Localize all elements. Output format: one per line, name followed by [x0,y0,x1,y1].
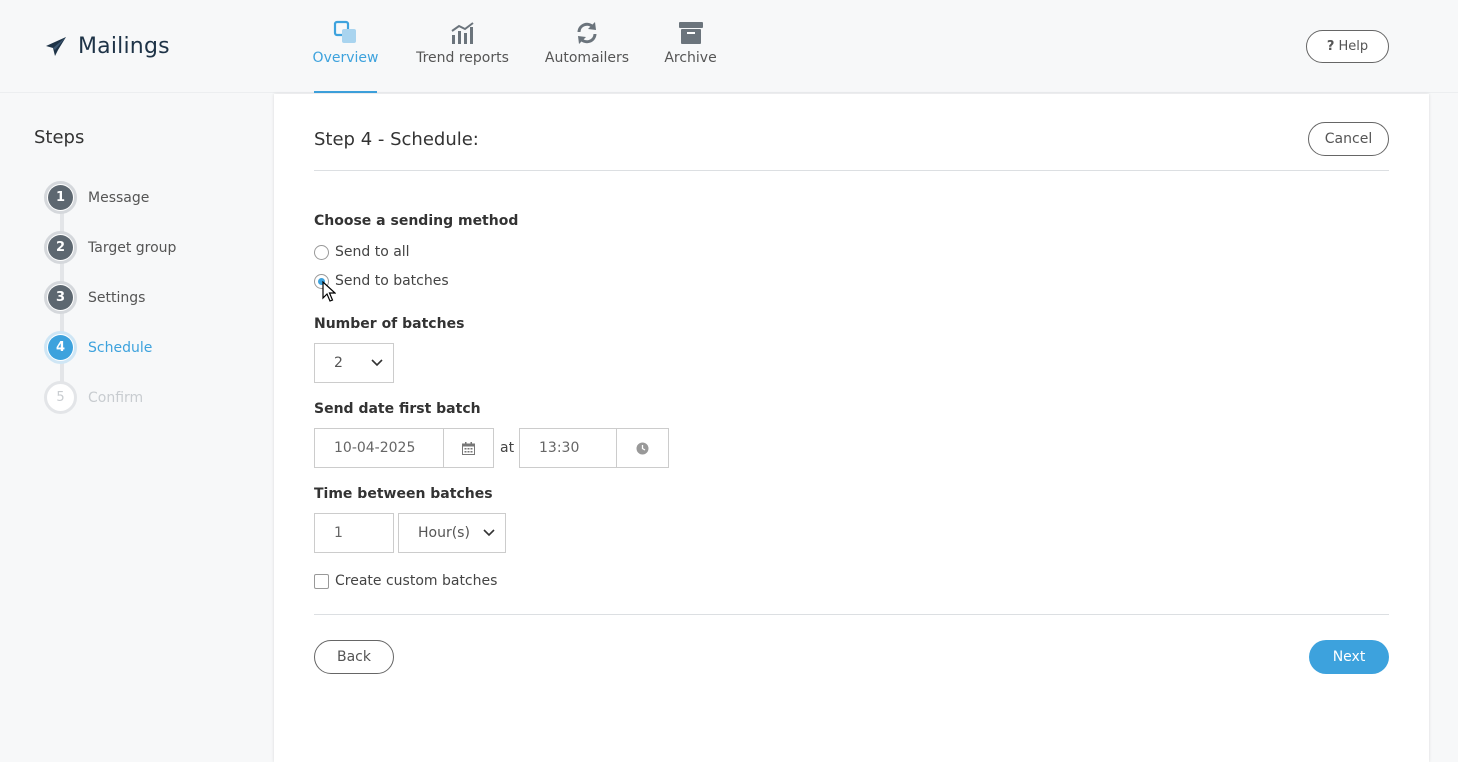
schedule-panel: Step 4 - Schedule: Cancel Choose a sendi… [274,94,1429,762]
time-between-label: Time between batches [314,486,493,502]
refresh-icon [575,20,599,46]
time-value: 13:30 [539,440,580,456]
step-label: Confirm [88,389,144,406]
calendar-icon [462,441,475,455]
custom-batches-checkbox-row[interactable]: Create custom batches [314,573,497,589]
tab-automailers[interactable]: Automailers [544,0,630,93]
back-button[interactable]: Back [314,640,394,674]
number-of-batches-label: Number of batches [314,316,465,332]
next-button[interactable]: Next [1309,640,1389,674]
tab-trend-reports-label: Trend reports [416,50,509,66]
tab-overview[interactable]: Overview [312,0,379,93]
footer-divider [314,614,1389,615]
tab-archive-label: Archive [664,50,717,66]
send-time-input[interactable]: 13:30 [519,428,617,468]
chevron-down-icon [483,529,495,537]
tab-overview-label: Overview [312,50,379,66]
mouse-cursor-icon [322,281,336,302]
step-message[interactable]: 1 Message [44,181,149,214]
help-label: Help [1338,39,1369,54]
step-settings[interactable]: 3 Settings [44,281,145,314]
step-number: 1 [48,185,73,210]
cancel-button[interactable]: Cancel [1308,122,1389,156]
tab-automailers-label: Automailers [544,50,630,66]
sending-method-label: Choose a sending method [314,213,519,229]
radio-send-to-all[interactable]: Send to all [314,244,410,260]
step-number-badge: 3 [44,281,77,314]
page-title: Step 4 - Schedule: [314,129,479,150]
step-target-group[interactable]: 2 Target group [44,231,176,264]
tab-trend-reports[interactable]: Trend reports [416,0,509,93]
at-label: at [500,440,515,456]
radio-label: Send to all [335,244,410,260]
tab-archive[interactable]: Archive [664,0,717,93]
step-number: 4 [48,335,73,360]
step-schedule[interactable]: 4 Schedule [44,331,152,364]
radio-button[interactable] [314,244,329,260]
select-value: Hour(s) [418,525,470,541]
bar-chart-icon [450,20,476,46]
clock-button[interactable] [616,428,669,468]
step-label: Target group [88,239,177,256]
question-icon: ? [1326,39,1335,54]
step-number: 2 [48,235,73,260]
custom-batches-checkbox[interactable] [314,573,329,589]
header-divider [314,170,1389,171]
top-header: Mailings Overview Trend reports Automail… [0,0,1458,93]
step-label: Message [88,189,150,206]
paper-plane-icon [46,36,66,56]
radio-label: Send to batches [335,273,449,289]
app-logo[interactable]: Mailings [44,34,170,59]
help-button[interactable]: ? Help [1306,30,1389,63]
step-label: Settings [88,289,146,306]
overview-icon [333,20,359,46]
archive-box-icon [678,20,704,46]
chevron-down-icon [371,359,383,367]
time-between-value: 1 [334,525,343,541]
app-title: Mailings [78,34,170,59]
calendar-button[interactable] [443,428,494,468]
time-between-input[interactable]: 1 [314,513,394,553]
time-unit-select[interactable]: Hour(s) [398,513,506,553]
send-date-label: Send date first batch [314,401,481,417]
date-value: 10-04-2025 [334,440,416,456]
step-number-badge: 2 [44,231,77,264]
step-number: 5 [48,385,73,410]
step-number-badge: 4 [44,331,77,364]
steps-title: Steps [34,127,85,148]
step-label: Schedule [88,339,153,356]
clock-icon [636,442,649,454]
step-number: 3 [48,285,73,310]
checkbox-label: Create custom batches [335,573,498,589]
step-number-badge: 1 [44,181,77,214]
step-number-badge: 5 [44,381,77,414]
number-of-batches-select[interactable]: 2 [314,343,394,383]
select-value: 2 [334,355,343,371]
step-confirm: 5 Confirm [44,381,143,414]
send-date-input[interactable]: 10-04-2025 [314,428,444,468]
